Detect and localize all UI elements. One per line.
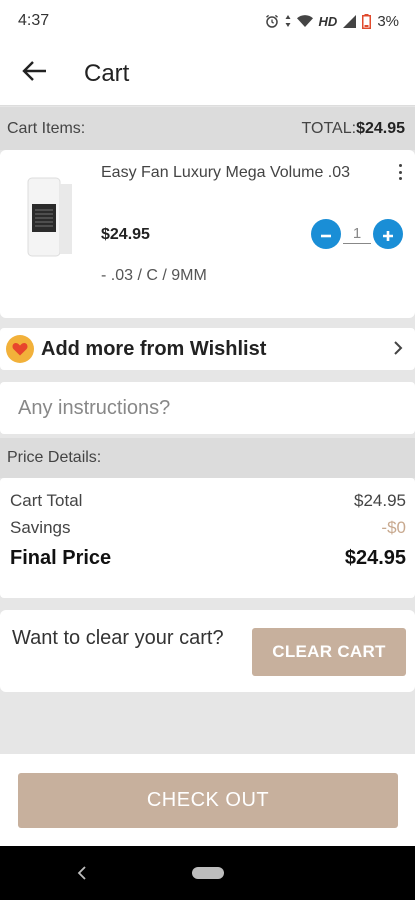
final-price-value: $24.95	[344, 547, 406, 569]
price-details-card: Cart Total $24.95 Savings -$0 Final Pric…	[0, 478, 415, 598]
cart-total-summary: TOTAL:$24.95	[302, 120, 405, 138]
cart-items-header: Cart Items: TOTAL:$24.95	[0, 107, 415, 150]
wifi-icon	[296, 15, 313, 27]
back-button[interactable]	[14, 54, 54, 94]
quantity-value[interactable]: 1	[343, 225, 371, 244]
instructions-field	[0, 382, 415, 434]
page-title: Cart	[84, 59, 130, 87]
checkout-button[interactable]: CHECK OUT	[18, 773, 398, 828]
nav-home-pill[interactable]	[192, 867, 224, 879]
status-icons: HD 3%	[265, 13, 399, 30]
quantity-stepper: 1	[311, 219, 403, 249]
cart-item-card: Easy Fan Luxury Mega Volume .03 $24.95 1…	[0, 150, 415, 318]
savings-label: Savings	[10, 518, 71, 537]
heart-icon	[6, 335, 34, 363]
signal-icon	[343, 14, 357, 28]
increase-quantity-button[interactable]	[373, 219, 403, 249]
total-label: TOTAL:	[301, 119, 357, 137]
final-price-row: Final Price $24.95	[10, 547, 406, 570]
cart-total-value: $24.95	[354, 491, 406, 510]
more-options-icon[interactable]	[395, 162, 405, 182]
alarm-icon	[265, 14, 279, 28]
total-value: $24.95	[356, 119, 405, 137]
status-bar: 4:37 HD 3%	[0, 0, 415, 42]
battery-percent: 3%	[377, 12, 399, 30]
cart-items-label: Cart Items:	[7, 119, 86, 137]
plus-icon	[381, 221, 395, 247]
checkout-bar: CHECK OUT	[0, 754, 415, 846]
arrow-left-icon	[21, 60, 47, 87]
status-time: 4:37	[18, 12, 50, 29]
price-details-label: Price Details:	[7, 449, 102, 466]
network-type-label: HD	[318, 13, 338, 29]
item-variant: - .03 / C / 9MM	[101, 267, 207, 284]
savings-row: Savings -$0	[10, 518, 406, 538]
app-bar: Cart	[0, 42, 415, 106]
system-nav-bar	[0, 846, 415, 900]
item-price: $24.95	[101, 226, 150, 243]
price-details-header: Price Details:	[0, 438, 415, 478]
decrease-quantity-button[interactable]	[311, 219, 341, 249]
wishlist-label: Add more from Wishlist	[41, 337, 267, 360]
cart-total-row: Cart Total $24.95	[10, 491, 406, 511]
battery-low-icon	[362, 13, 372, 29]
minus-icon	[319, 221, 333, 247]
chevron-right-icon	[393, 340, 403, 361]
item-name[interactable]: Easy Fan Luxury Mega Volume .03	[101, 164, 350, 182]
savings-value: -$0	[381, 518, 406, 537]
clear-cart-prompt: Want to clear your cart?	[12, 627, 224, 649]
instructions-input[interactable]	[0, 382, 415, 434]
final-price-label: Final Price	[10, 547, 112, 569]
data-arrows-icon	[285, 15, 291, 27]
cart-total-label: Cart Total	[10, 491, 83, 510]
lash-product-image[interactable]	[22, 176, 74, 260]
clear-cart-button[interactable]: CLEAR CART	[252, 628, 406, 676]
nav-back-icon[interactable]	[72, 863, 92, 883]
clear-cart-card: Want to clear your cart? CLEAR CART	[0, 610, 415, 692]
add-from-wishlist-row[interactable]: Add more from Wishlist	[0, 328, 415, 370]
